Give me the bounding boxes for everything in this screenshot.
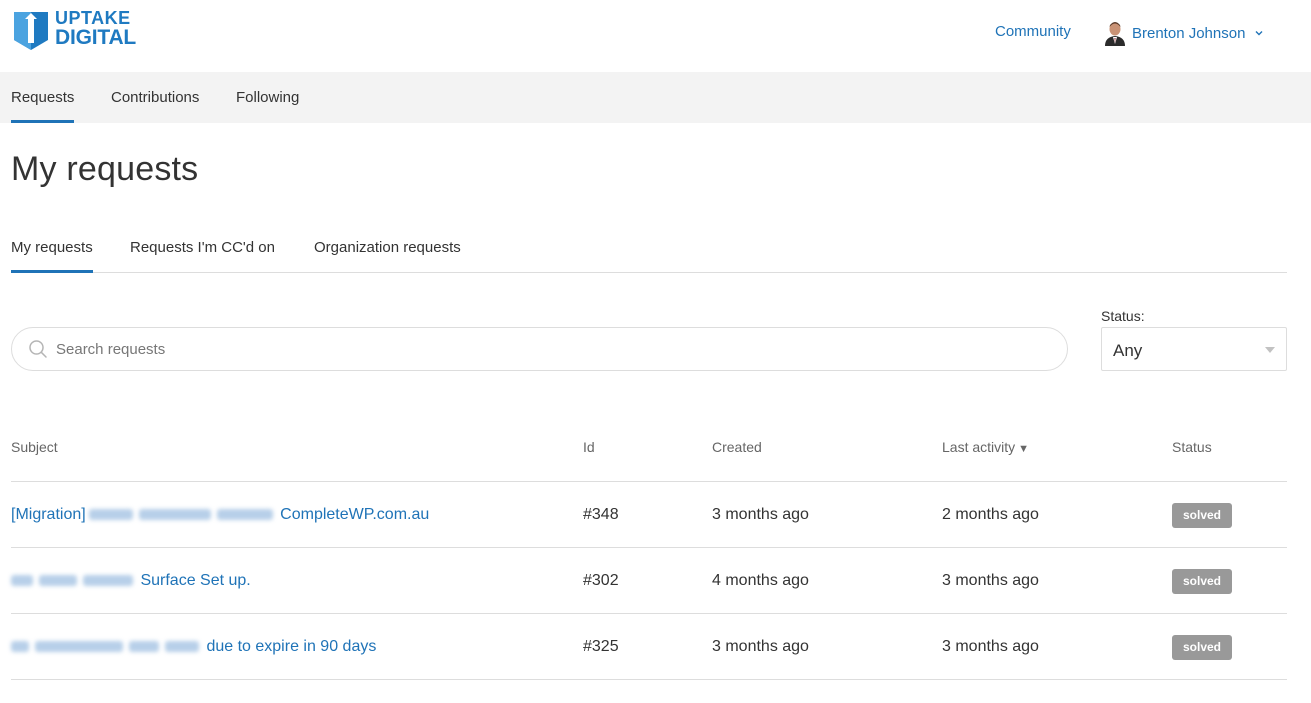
user-menu[interactable]: Brenton Johnson (1104, 20, 1264, 46)
column-header-subject[interactable]: Subject (11, 439, 58, 455)
request-id: #302 (583, 572, 619, 589)
caret-down-icon (1265, 347, 1275, 353)
request-subject-cell: [Migration] CompleteWP.com.au (11, 506, 429, 524)
redacted-text (83, 575, 133, 587)
status-filter-select[interactable]: Any (1101, 327, 1287, 371)
requests-table: Subject Id Created Last activity ▼ Status… (11, 426, 1287, 680)
logo-line-2: DIGITAL (55, 26, 137, 49)
subject-prefix: [Migration] (11, 506, 86, 523)
redacted-text (11, 575, 33, 587)
redacted-text (165, 641, 199, 653)
column-header-id[interactable]: Id (583, 439, 595, 455)
request-tabs: My requests Requests I'm CC'd on Organiz… (11, 224, 1287, 273)
redacted-text (35, 641, 123, 653)
logo-text: UPTAKE DIGITAL (55, 9, 137, 49)
page-title: My requests (11, 150, 199, 188)
table-header: Subject Id Created Last activity ▼ Status (11, 426, 1287, 482)
redacted-text (129, 641, 159, 653)
request-last-activity: 3 months ago (942, 572, 1039, 589)
chevron-down-icon (1255, 31, 1263, 36)
request-created: 4 months ago (712, 572, 809, 589)
main-nav: Requests Contributions Following (0, 72, 1311, 123)
request-id: #325 (583, 638, 619, 655)
tab-cc-requests[interactable]: Requests I'm CC'd on (130, 224, 275, 272)
request-last-activity: 2 months ago (942, 506, 1039, 523)
tab-organization-requests[interactable]: Organization requests (314, 224, 461, 272)
avatar (1104, 20, 1126, 46)
user-name: Brenton Johnson (1132, 24, 1246, 42)
nav-item-contributions[interactable]: Contributions (111, 72, 199, 123)
request-created: 3 months ago (712, 506, 809, 523)
redacted-text (11, 641, 29, 653)
request-subject-link[interactable]: [Migration] CompleteWP.com.au (11, 506, 429, 523)
subject-suffix: CompleteWP.com.au (280, 506, 430, 523)
request-subject-cell: Surface Set up. (11, 572, 251, 590)
search-icon (29, 340, 47, 358)
redacted-text (39, 575, 77, 587)
subject-suffix: Surface Set up. (140, 572, 251, 589)
table-row: due to expire in 90 days #325 3 months a… (11, 614, 1287, 680)
header: UPTAKE DIGITAL Community Brenton Johnson (0, 0, 1311, 72)
request-subject-cell: due to expire in 90 days (11, 638, 376, 656)
tab-my-requests[interactable]: My requests (11, 224, 93, 273)
request-subject-link[interactable]: due to expire in 90 days (11, 638, 376, 655)
column-header-status[interactable]: Status (1172, 439, 1212, 455)
status-badge: solved (1172, 569, 1232, 594)
sort-descending-icon: ▼ (1018, 443, 1030, 455)
subject-suffix: due to expire in 90 days (206, 638, 377, 655)
request-subject-link[interactable]: Surface Set up. (11, 572, 251, 589)
search-input[interactable] (56, 328, 1056, 370)
column-header-last-activity-label: Last activity (942, 439, 1016, 455)
column-header-last-activity[interactable]: Last activity ▼ (942, 439, 1029, 455)
status-filter-value: Any (1113, 341, 1143, 360)
status-badge: solved (1172, 635, 1232, 660)
search-box (11, 327, 1068, 371)
redacted-text (138, 509, 211, 521)
table-row: [Migration] CompleteWP.com.au #348 3 mon… (11, 482, 1287, 548)
request-last-activity: 3 months ago (942, 638, 1039, 655)
logo-mark-icon (14, 12, 48, 50)
community-link[interactable]: Community (995, 23, 1071, 40)
redacted-text (88, 509, 133, 521)
status-badge: solved (1172, 503, 1232, 528)
request-created: 3 months ago (712, 638, 809, 655)
request-id: #348 (583, 506, 619, 523)
table-row: Surface Set up. #302 4 months ago 3 mont… (11, 548, 1287, 614)
nav-item-following[interactable]: Following (236, 72, 299, 123)
status-filter-label: Status: (1101, 308, 1145, 324)
column-header-created[interactable]: Created (712, 439, 762, 455)
redacted-text (216, 509, 273, 521)
brand-logo[interactable]: UPTAKE DIGITAL (11, 9, 136, 51)
nav-item-requests[interactable]: Requests (11, 72, 75, 123)
